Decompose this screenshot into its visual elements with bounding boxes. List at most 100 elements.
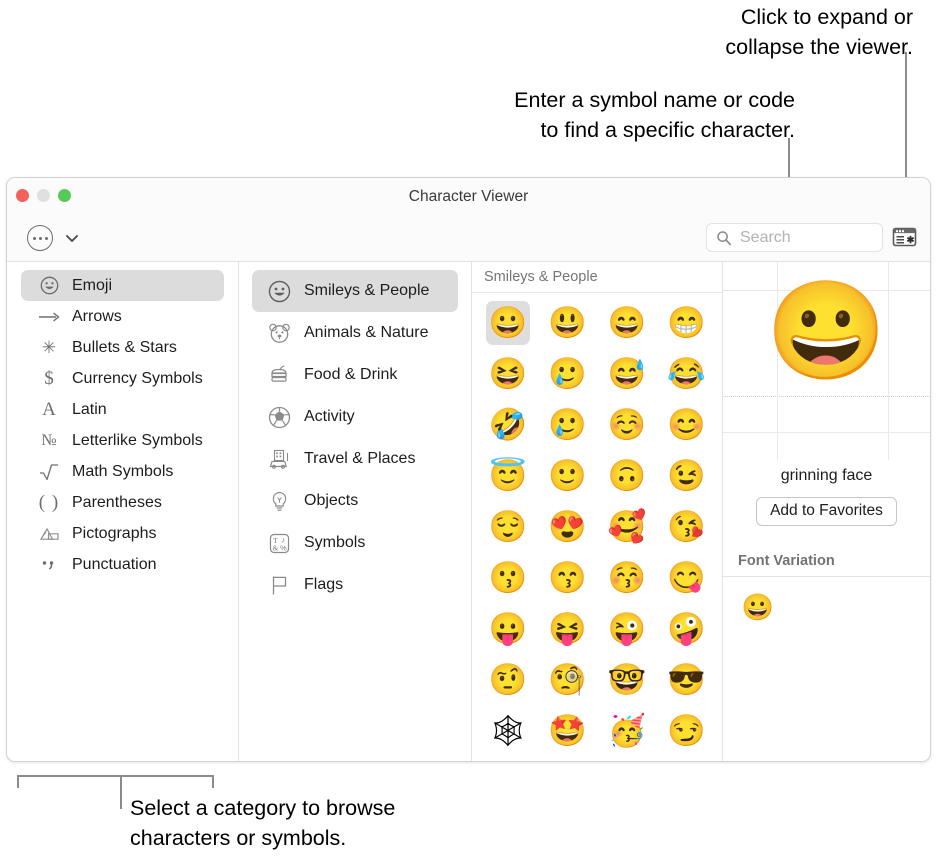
emoji-cell-face-with-tongue[interactable]: 😛 bbox=[486, 607, 530, 651]
sidebar-item-label: Math Symbols bbox=[72, 463, 173, 481]
sidebar-item-currency-symbols[interactable]: $ Currency Symbols bbox=[21, 363, 224, 394]
emoji-cell-face-blowing-a-kiss[interactable]: 😘 bbox=[664, 505, 708, 549]
collapse-viewer-icon[interactable]: ✱ bbox=[891, 225, 918, 249]
category-sidebar: Emoji Arrows ✳ Bullets & Stars bbox=[7, 262, 239, 762]
emoji-cell-rolling-on-the-floor-laughing[interactable]: 🤣 bbox=[486, 403, 530, 447]
emoji-cell-grinning-face-with-smiling-eyes[interactable]: 😄 bbox=[605, 301, 649, 345]
preview-panel: 😀 grinning face Add to Favorites Font Va… bbox=[723, 262, 930, 762]
add-to-favorites-button[interactable]: Add to Favorites bbox=[756, 497, 897, 526]
sidebar-item-math-symbols[interactable]: Math Symbols bbox=[21, 456, 224, 487]
svg-text:✱: ✱ bbox=[907, 235, 916, 246]
emoji-cell-smiling-face-with-smiling-eyes[interactable]: 😊 bbox=[664, 403, 708, 447]
numero-icon: № bbox=[37, 433, 61, 449]
subcategory-item-objects[interactable]: Objects bbox=[252, 480, 458, 522]
emoji-cell-face-savoring-food[interactable]: 😋 bbox=[664, 556, 708, 600]
emoji-cell-winking-face[interactable]: 😉 bbox=[664, 454, 708, 498]
subcategory-item-label: Travel & Places bbox=[304, 450, 415, 468]
ellipsis-circle-icon[interactable] bbox=[27, 225, 53, 251]
bear-face-icon bbox=[266, 322, 292, 344]
sidebar-item-punctuation[interactable]: Punctuation bbox=[21, 549, 224, 580]
bracket-left-tick bbox=[17, 775, 19, 788]
emoji-cell-relieved-face[interactable]: 😌 bbox=[486, 505, 530, 549]
emoji-cell-grinning-squinting-face[interactable]: 😆 bbox=[486, 352, 530, 396]
emoji-cell-beaming-face-with-smiling-eyes[interactable]: 😁 bbox=[664, 301, 708, 345]
emoji-cell-smirking-face[interactable]: 😏 bbox=[664, 709, 708, 753]
emoji-grid: 😀 😃 😄 😁 😆 🥲 😅 😂 🤣 🥲 ☺️ 😊 😇 🙂 🙃 😉 😌 😍 🥰 😘 😗 😙 😚 😋 😛 😝 😜 🤪 🤨 🧐 🤓 😎 🕸 🤩 🥳 😏 bbox=[472, 293, 722, 762]
car-city-icon bbox=[266, 448, 292, 471]
emoji-cell-smiling-face[interactable]: ☺️ bbox=[605, 403, 649, 447]
emoji-cell-smiling-face-with-tear[interactable]: 🥲 bbox=[545, 403, 589, 447]
subcategory-item-label: Symbols bbox=[304, 534, 365, 552]
emoji-cell-smiling-face-with-heart-eyes[interactable]: 😍 bbox=[545, 505, 589, 549]
chevron-down-icon[interactable] bbox=[63, 231, 81, 245]
emoji-cell-zany-face[interactable]: 🤪 bbox=[664, 607, 708, 651]
emoji-cell-kissing-face-with-smiling-eyes[interactable]: 😙 bbox=[545, 556, 589, 600]
window-titlebar: Character Viewer bbox=[7, 178, 930, 217]
emoji-cell-face-with-tears-of-joy[interactable]: 😂 bbox=[664, 352, 708, 396]
arrow-right-icon bbox=[37, 311, 61, 323]
emoji-cell-kissing-face-with-closed-eyes[interactable]: 😚 bbox=[605, 556, 649, 600]
emoji-cell-disguised-face[interactable]: 🕸 bbox=[486, 709, 530, 753]
lightbulb-icon bbox=[266, 490, 292, 513]
sidebar-item-label: Parentheses bbox=[72, 494, 162, 512]
subcategory-item-label: Objects bbox=[304, 492, 358, 510]
sidebar-item-emoji[interactable]: Emoji bbox=[21, 270, 224, 301]
emoji-cell-grinning-face-with-big-eyes[interactable]: 😃 bbox=[545, 301, 589, 345]
subcategory-item-flags[interactable]: Flags bbox=[252, 564, 458, 606]
emoji-cell-smiling-face-with-hearts[interactable]: 🥰 bbox=[605, 505, 649, 549]
smiley-face-icon bbox=[37, 276, 61, 295]
bracket-top bbox=[17, 775, 214, 777]
subcategory-item-symbols[interactable]: T ♪ & % Symbols bbox=[252, 522, 458, 564]
character-viewer-window: Character Viewer Search bbox=[6, 177, 931, 762]
sidebar-item-label: Letterlike Symbols bbox=[72, 432, 203, 450]
soccer-ball-icon bbox=[266, 406, 292, 429]
subcategory-item-label: Activity bbox=[304, 408, 355, 426]
emoji-grid-header: Smileys & People bbox=[472, 262, 722, 293]
subcategory-sidebar: Smileys & People Animals & Nature bbox=[239, 262, 472, 762]
subcategory-item-label: Flags bbox=[304, 576, 343, 594]
subcategory-item-label: Food & Drink bbox=[304, 366, 397, 384]
bracket-descender bbox=[120, 775, 122, 809]
subcategory-item-food-drink[interactable]: Food & Drink bbox=[252, 354, 458, 396]
emoji-grid-column: Smileys & People 😀 😃 😄 😁 😆 🥲 😅 😂 🤣 🥲 ☺️ 😊 😇 🙂 🙃 😉 😌 😍 🥰 😘 😗 😙… bbox=[472, 262, 723, 762]
starburst-icon: ✳ bbox=[37, 339, 61, 356]
emoji-cell-squinting-face-with-tongue[interactable]: 😝 bbox=[545, 607, 589, 651]
sidebar-item-label: Emoji bbox=[72, 277, 112, 295]
emoji-cell-grinning-face[interactable]: 😀 bbox=[486, 301, 530, 345]
emoji-cell-winking-face-with-tongue[interactable]: 😜 bbox=[605, 607, 649, 651]
emoji-cell-face-holding-back-tears[interactable]: 🥲 bbox=[545, 352, 589, 396]
preview-character-name: grinning face bbox=[723, 467, 930, 485]
subcategory-item-animals-nature[interactable]: Animals & Nature bbox=[252, 312, 458, 354]
emoji-cell-partying-face[interactable]: 🥳 bbox=[605, 709, 649, 753]
subcategory-item-label: Smileys & People bbox=[304, 282, 429, 300]
preview-guide-bottom bbox=[723, 432, 930, 433]
flag-icon bbox=[266, 574, 292, 597]
search-input[interactable]: Search bbox=[706, 223, 883, 252]
pictograph-icon bbox=[37, 525, 61, 542]
emoji-cell-nerd-face[interactable]: 🤓 bbox=[605, 658, 649, 702]
emoji-cell-grinning-face-with-sweat[interactable]: 😅 bbox=[605, 352, 649, 396]
emoji-cell-slightly-smiling-face[interactable]: 🙂 bbox=[545, 454, 589, 498]
sidebar-item-pictographs[interactable]: Pictographs bbox=[21, 518, 224, 549]
sidebar-item-label: Bullets & Stars bbox=[72, 339, 177, 357]
emoji-cell-face-with-raised-eyebrow[interactable]: 🤨 bbox=[486, 658, 530, 702]
subcategory-item-smileys-people[interactable]: Smileys & People bbox=[252, 270, 458, 312]
sidebar-item-latin[interactable]: A Latin bbox=[21, 394, 224, 425]
sidebar-item-parentheses[interactable]: ( ) Parentheses bbox=[21, 487, 224, 518]
callout-expand-collapse: Click to expand or collapse the viewer. bbox=[725, 2, 913, 62]
sidebar-item-arrows[interactable]: Arrows bbox=[21, 301, 224, 332]
emoji-cell-face-with-monocle[interactable]: 🧐 bbox=[545, 658, 589, 702]
subcategory-item-travel-places[interactable]: Travel & Places bbox=[252, 438, 458, 480]
emoji-cell-kissing-face[interactable]: 😗 bbox=[486, 556, 530, 600]
sidebar-item-label: Currency Symbols bbox=[72, 370, 203, 388]
sidebar-item-bullets-stars[interactable]: ✳ Bullets & Stars bbox=[21, 332, 224, 363]
emoji-cell-smiling-face-with-halo[interactable]: 😇 bbox=[486, 454, 530, 498]
font-variation-header: Font Variation bbox=[723, 553, 930, 577]
emoji-cell-upside-down-face[interactable]: 🙃 bbox=[605, 454, 649, 498]
emoji-cell-star-struck[interactable]: 🤩 bbox=[545, 709, 589, 753]
sidebar-item-letterlike-symbols[interactable]: № Letterlike Symbols bbox=[21, 425, 224, 456]
window-content: Emoji Arrows ✳ Bullets & Stars bbox=[7, 261, 930, 762]
emoji-cell-smiling-face-with-sunglasses[interactable]: 😎 bbox=[664, 658, 708, 702]
font-variation-grinning-face-variation[interactable]: 😀 bbox=[741, 590, 775, 624]
subcategory-item-activity[interactable]: Activity bbox=[252, 396, 458, 438]
